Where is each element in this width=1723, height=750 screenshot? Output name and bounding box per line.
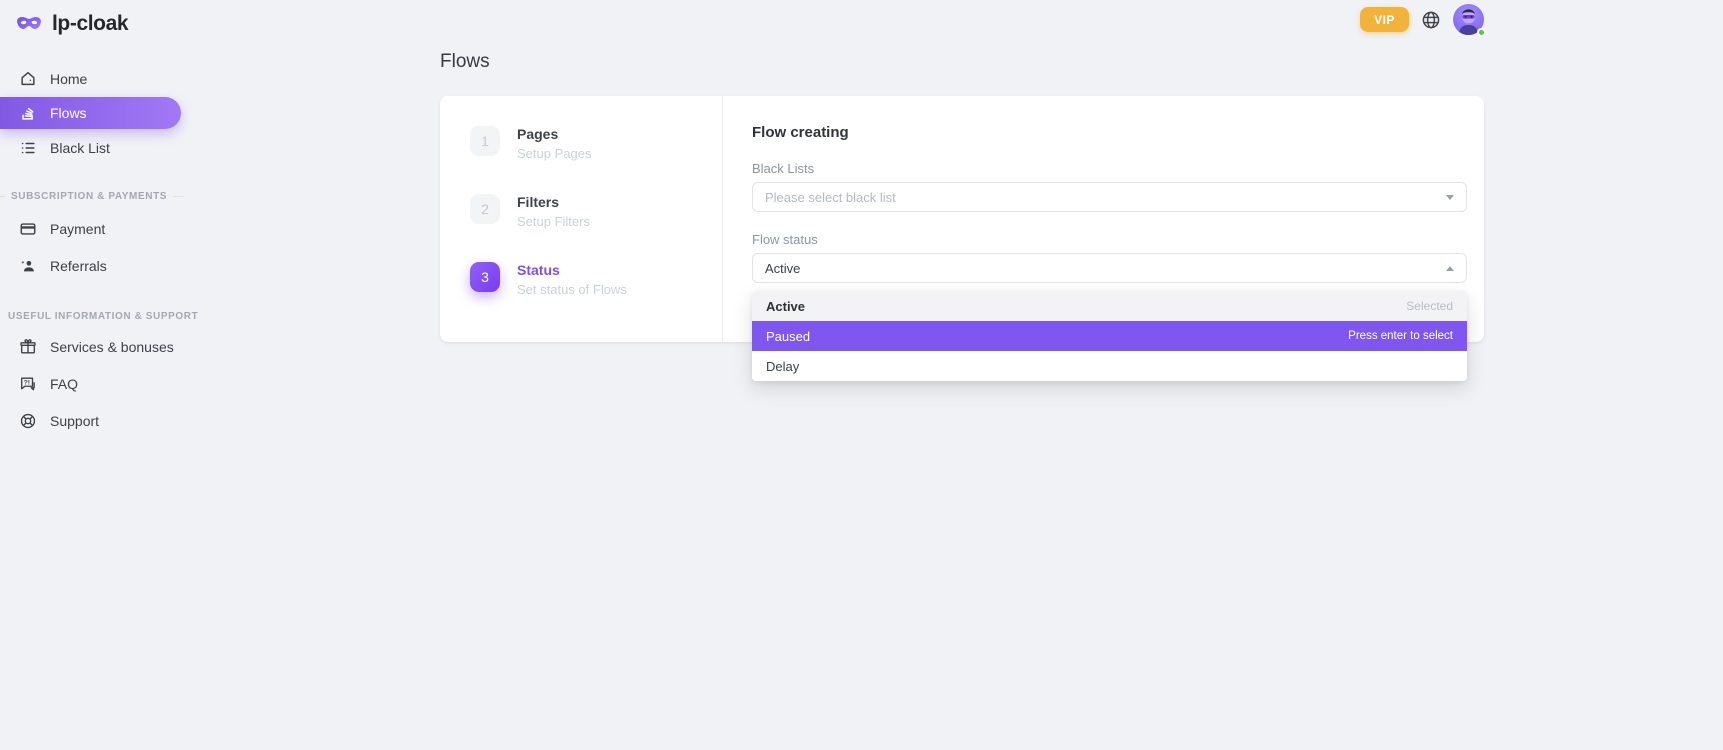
home-icon	[19, 70, 37, 88]
lifebuoy-icon	[19, 412, 37, 430]
sidebar-item-services-bonuses[interactable]: Services & bonuses	[0, 328, 200, 365]
wizard-step-status[interactable]: 3 Status Set status of Flows	[470, 262, 627, 297]
mask-logo-icon	[15, 13, 43, 36]
step-title: Pages	[517, 126, 591, 142]
black-list-icon	[19, 139, 37, 157]
app-logo-text: lp-cloak	[52, 12, 128, 36]
flow-status-dropdown: Active Selected Paused Press enter to se…	[752, 291, 1467, 381]
sidebar: lp-cloak Home Flows	[0, 0, 200, 750]
chevron-down-icon	[1446, 195, 1454, 200]
section-header-support: USEFUL INFORMATION & SUPPORT	[0, 311, 200, 322]
step-number-badge: 1	[470, 126, 500, 156]
sidebar-item-payment[interactable]: Payment	[0, 210, 200, 247]
flow-creating-form: Flow creating Black Lists Please select …	[752, 124, 1467, 283]
globe-icon[interactable]	[1421, 10, 1441, 30]
wizard-step-filters[interactable]: 2 Filters Setup Filters	[470, 194, 627, 229]
payment-card-icon	[19, 220, 37, 238]
sidebar-item-referrals[interactable]: Referrals	[0, 247, 200, 284]
option-hint: Press enter to select	[1348, 330, 1453, 342]
flow-status-select[interactable]: Active	[752, 253, 1467, 283]
sidebar-item-label: Support	[50, 413, 99, 429]
option-paused[interactable]: Paused Press enter to select	[752, 321, 1467, 351]
card-divider	[722, 96, 723, 342]
avatar[interactable]	[1453, 4, 1484, 35]
sidebar-item-label: Flows	[50, 105, 87, 121]
sidebar-item-faq[interactable]: ?! FAQ	[0, 365, 200, 402]
step-subtitle: Set status of Flows	[517, 282, 627, 297]
black-lists-placeholder: Please select black list	[765, 190, 896, 205]
chevron-up-icon	[1446, 266, 1454, 271]
app-logo[interactable]: lp-cloak	[15, 12, 200, 36]
sidebar-item-label: Referrals	[50, 258, 107, 274]
topbar: VIP	[1360, 4, 1484, 35]
sidebar-item-label: Black List	[50, 140, 110, 156]
sidebar-item-flows[interactable]: Flows	[0, 97, 181, 129]
flow-status-value: Active	[765, 261, 800, 276]
sidebar-item-home[interactable]: Home	[0, 62, 200, 95]
divider-line	[173, 196, 184, 197]
sidebar-item-label: FAQ	[50, 376, 78, 392]
svg-text:?!: ?!	[24, 379, 30, 386]
black-lists-label: Black Lists	[752, 161, 1467, 176]
divider-dash	[0, 196, 5, 197]
wizard-step-pages[interactable]: 1 Pages Setup Pages	[470, 126, 627, 161]
step-number-badge: 2	[470, 194, 500, 224]
sidebar-item-label: Home	[50, 71, 87, 87]
sidebar-item-label: Payment	[50, 221, 105, 237]
flows-icon	[19, 104, 37, 122]
vip-button[interactable]: VIP	[1360, 7, 1409, 32]
sidebar-nav-support: Services & bonuses ?! FAQ Support	[0, 328, 200, 439]
step-number-badge: 3	[470, 262, 500, 292]
section-header-subscription: SUBSCRIPTION & PAYMENTS	[0, 191, 200, 202]
gift-icon	[19, 338, 37, 356]
flow-status-label: Flow status	[752, 232, 1467, 247]
step-subtitle: Setup Pages	[517, 146, 591, 161]
sidebar-item-label: Services & bonuses	[50, 339, 174, 355]
step-subtitle: Setup Filters	[517, 214, 590, 229]
sidebar-item-support[interactable]: Support	[0, 402, 200, 439]
option-active[interactable]: Active Selected	[752, 291, 1467, 321]
flow-creating-card: 1 Pages Setup Pages 2 Filters Setup Filt…	[440, 96, 1484, 342]
step-title: Status	[517, 262, 627, 278]
page-title: Flows	[440, 51, 490, 73]
referrals-person-icon	[19, 257, 37, 275]
sidebar-nav-payments: Payment Referrals	[0, 210, 200, 284]
option-hint: Selected	[1406, 299, 1453, 313]
sidebar-item-black-list[interactable]: Black List	[0, 131, 200, 164]
option-delay[interactable]: Delay	[752, 351, 1467, 381]
wizard-steps: 1 Pages Setup Pages 2 Filters Setup Filt…	[470, 126, 627, 297]
sidebar-nav: Home Flows	[0, 62, 200, 164]
black-lists-select[interactable]: Please select black list	[752, 182, 1467, 212]
online-status-dot	[1477, 28, 1486, 37]
faq-bubble-icon: ?!	[19, 375, 37, 393]
step-title: Filters	[517, 194, 590, 210]
form-title: Flow creating	[752, 124, 1467, 141]
